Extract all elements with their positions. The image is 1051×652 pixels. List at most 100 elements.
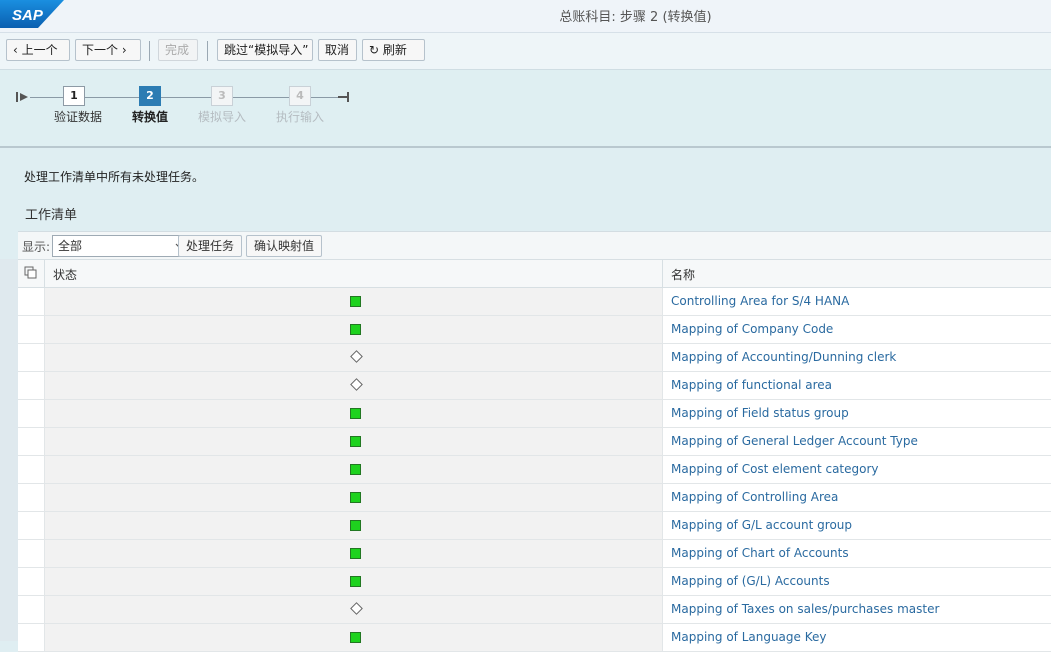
display-filter-select[interactable]: 全部	[52, 235, 192, 257]
display-label: 显示:	[22, 240, 51, 254]
roadmap-start-icon	[16, 92, 28, 102]
task-link[interactable]: Mapping of functional area	[671, 378, 832, 392]
worklist-filter-bar: 显示: 全部 处理任务 确认映射值	[18, 231, 1051, 260]
table-row[interactable]: Controlling Area for S/4 HANA	[18, 288, 1051, 316]
name-cell: Mapping of (G/L) Accounts	[663, 568, 1051, 595]
task-link[interactable]: Mapping of G/L account group	[671, 518, 852, 532]
task-link[interactable]: Controlling Area for S/4 HANA	[671, 294, 849, 308]
table-row[interactable]: Mapping of Accounting/Dunning clerk	[18, 344, 1051, 372]
task-link[interactable]: Mapping of Accounting/Dunning clerk	[671, 350, 896, 364]
name-cell: Mapping of Chart of Accounts	[663, 540, 1051, 567]
roadmap-step-4: 4	[289, 86, 311, 106]
status-cell	[45, 344, 663, 371]
table-row[interactable]: Mapping of Controlling Area	[18, 484, 1051, 512]
table-row[interactable]: Mapping of Language Key	[18, 624, 1051, 652]
task-link[interactable]: Mapping of Language Key	[671, 630, 826, 644]
status-cell	[45, 540, 663, 567]
table-row[interactable]: Mapping of (G/L) Accounts	[18, 568, 1051, 596]
task-link[interactable]: Mapping of Controlling Area	[671, 490, 838, 504]
status-green-icon	[350, 520, 361, 531]
refresh-button[interactable]: ↻ 刷新	[362, 39, 425, 61]
status-green-icon	[350, 436, 361, 447]
roadmap-step-2[interactable]: 2	[139, 86, 161, 106]
roadmap-step-3: 3	[211, 86, 233, 106]
task-link[interactable]: Mapping of General Ledger Account Type	[671, 434, 918, 448]
status-diamond-icon	[350, 602, 363, 615]
table-row[interactable]: Mapping of General Ledger Account Type	[18, 428, 1051, 456]
row-selector[interactable]	[18, 288, 45, 315]
roadmap-step-3-label: 模拟导入	[198, 110, 247, 124]
process-task-button[interactable]: 处理任务	[178, 235, 243, 257]
title-bar: SAP 总账科目: 步骤 2 (转换值)	[0, 0, 1051, 33]
status-green-icon	[350, 464, 361, 475]
row-selector[interactable]	[18, 484, 45, 511]
worklist-table: 状态 名称 Controlling Area for S/4 HANA Mappi…	[18, 259, 1051, 652]
row-selector[interactable]	[18, 456, 45, 483]
cancel-button[interactable]: 取消	[318, 39, 357, 61]
name-cell: Mapping of Controlling Area	[663, 484, 1051, 511]
column-divider	[662, 260, 663, 287]
previous-button[interactable]: ‹ 上一个	[6, 39, 70, 61]
toolbar: ‹ 上一个 下一个 › 完成 跳过“模拟导入” 取消 ↻ 刷新	[0, 33, 1051, 70]
task-link[interactable]: Mapping of Taxes on sales/purchases mast…	[671, 602, 939, 616]
row-selector[interactable]	[18, 316, 45, 343]
select-all-cell[interactable]	[18, 260, 45, 287]
row-selector[interactable]	[18, 568, 45, 595]
task-link[interactable]: Mapping of Company Code	[671, 322, 833, 336]
next-button[interactable]: 下一个 ›	[75, 39, 141, 61]
status-cell	[45, 596, 663, 623]
row-selector[interactable]	[18, 596, 45, 623]
finish-button[interactable]: 完成	[158, 39, 198, 61]
status-green-icon	[350, 408, 361, 419]
roadmap-step-1[interactable]: 1	[63, 86, 85, 106]
name-cell: Mapping of General Ledger Account Type	[663, 428, 1051, 455]
left-gutter	[0, 259, 18, 641]
confirm-mapping-button[interactable]: 确认映射值	[246, 235, 323, 257]
table-row[interactable]: Mapping of G/L account group	[18, 512, 1051, 540]
status-cell	[45, 456, 663, 483]
row-selector[interactable]	[18, 344, 45, 371]
row-selector[interactable]	[18, 400, 45, 427]
name-cell: Mapping of Cost element category	[663, 456, 1051, 483]
name-cell: Mapping of Field status group	[663, 400, 1051, 427]
chevron-left-icon: ‹	[13, 43, 18, 57]
status-column-header[interactable]: 状态	[53, 266, 77, 283]
table-row[interactable]: Mapping of functional area	[18, 372, 1051, 400]
status-cell	[45, 568, 663, 595]
name-column-header[interactable]: 名称	[671, 266, 695, 283]
status-diamond-icon	[350, 350, 363, 363]
name-cell: Mapping of functional area	[663, 372, 1051, 399]
task-link[interactable]: Mapping of Cost element category	[671, 462, 879, 476]
name-cell: Mapping of Company Code	[663, 316, 1051, 343]
task-link[interactable]: Mapping of Field status group	[671, 406, 849, 420]
status-green-icon	[350, 632, 361, 643]
refresh-icon: ↻	[369, 43, 380, 57]
row-selector[interactable]	[18, 428, 45, 455]
window-title: 总账科目: 步骤 2 (转换值)	[559, 10, 712, 25]
select-all-icon	[24, 266, 37, 279]
skip-simulate-button[interactable]: 跳过“模拟导入”	[217, 39, 313, 61]
instruction-text: 处理工作清单中所有未处理任务。	[24, 170, 205, 184]
status-cell	[45, 484, 663, 511]
status-cell	[45, 316, 663, 343]
status-cell	[45, 372, 663, 399]
table-row[interactable]: Mapping of Cost element category	[18, 456, 1051, 484]
row-selector[interactable]	[18, 372, 45, 399]
task-link[interactable]: Mapping of Chart of Accounts	[671, 546, 849, 560]
status-diamond-icon	[350, 378, 363, 391]
task-link[interactable]: Mapping of (G/L) Accounts	[671, 574, 830, 588]
status-cell	[45, 624, 663, 651]
status-cell	[45, 288, 663, 315]
row-selector[interactable]	[18, 540, 45, 567]
name-cell: Mapping of G/L account group	[663, 512, 1051, 539]
chevron-right-icon: ›	[121, 43, 127, 57]
status-green-icon	[350, 296, 361, 307]
table-row[interactable]: Mapping of Field status group	[18, 400, 1051, 428]
table-row[interactable]: Mapping of Taxes on sales/purchases mast…	[18, 596, 1051, 624]
table-header: 状态 名称	[18, 259, 1051, 288]
row-selector[interactable]	[18, 512, 45, 539]
row-selector[interactable]	[18, 624, 45, 651]
status-green-icon	[350, 576, 361, 587]
table-row[interactable]: Mapping of Chart of Accounts	[18, 540, 1051, 568]
table-row[interactable]: Mapping of Company Code	[18, 316, 1051, 344]
